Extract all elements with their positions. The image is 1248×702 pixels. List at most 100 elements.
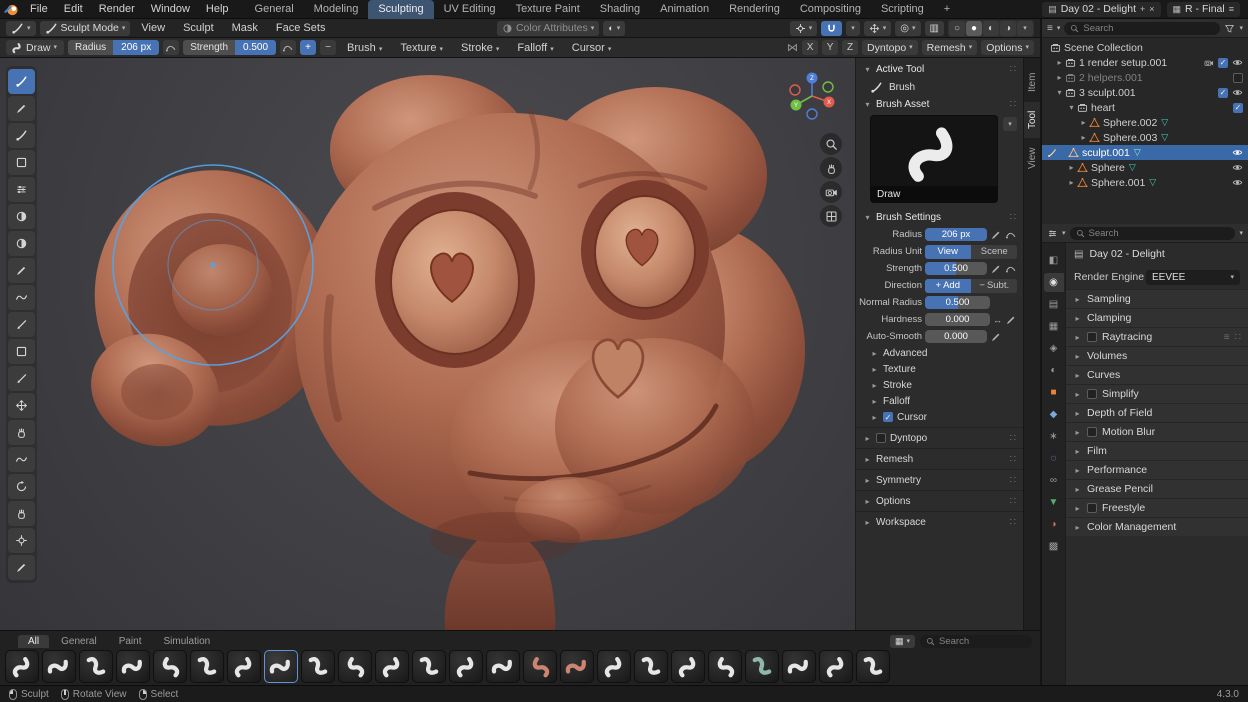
section-sampling[interactable]: ▸Sampling [1066, 289, 1248, 308]
workspace-tab-texture-paint[interactable]: Texture Paint [506, 0, 590, 19]
tab-particles[interactable]: ∗ [1044, 427, 1064, 446]
collection-checkbox[interactable]: ✓ [1218, 88, 1228, 98]
menu-falloff[interactable]: Falloff ▾ [510, 42, 560, 54]
workspace-tab-compositing[interactable]: Compositing [790, 0, 871, 19]
cursor-checkbox[interactable]: ✓ [883, 412, 893, 422]
unlink-scene-button[interactable]: × [1149, 4, 1154, 14]
tab-tool[interactable]: ◧ [1044, 251, 1064, 270]
simplify-checkbox[interactable] [1087, 389, 1097, 399]
remesh-dropdown[interactable]: Remesh▾ [922, 40, 978, 55]
menu-cursor[interactable]: Cursor ▾ [565, 42, 619, 54]
tab-view-layer[interactable]: ▦ [1044, 317, 1064, 336]
scene-selector[interactable]: ▤ Day 02 - Delight + × [1042, 2, 1160, 17]
brush-thumbnail[interactable] [227, 650, 261, 683]
mirror-z-button[interactable]: Z [842, 40, 858, 55]
color-attributes-dropdown[interactable]: Color Attributes▾ [497, 21, 599, 36]
dyntopo-dropdown[interactable]: Dyntopo▾ [862, 40, 918, 55]
edit-icon[interactable] [1005, 314, 1017, 326]
brush-thumbnail-active[interactable] [264, 650, 298, 683]
mode-selector[interactable]: Sculpt Mode▾ [40, 21, 131, 36]
shelf-search-input[interactable] [939, 636, 1026, 647]
camera-view-button[interactable] [820, 181, 842, 203]
panel-symmetry[interactable]: ▸Symmetry∷ [856, 472, 1023, 488]
workspace-tab-animation[interactable]: Animation [650, 0, 719, 19]
shelf-display-options[interactable]: ▦▾ [890, 635, 915, 648]
outliner-row-scene-collection[interactable]: Scene Collection [1042, 40, 1248, 55]
brush-asset-dropdown[interactable]: Draw▾ [6, 40, 64, 55]
brush-thumbnail[interactable] [523, 650, 557, 683]
brush-asset-browse-button[interactable]: ▾ [1003, 117, 1017, 131]
brush-thumbnail[interactable] [856, 650, 890, 683]
menu-texture[interactable]: Texture ▾ [393, 42, 450, 54]
brush-thumbnail[interactable] [412, 650, 446, 683]
outliner-row-sculpt-001-selected[interactable]: sculpt.001 ▽ [1042, 145, 1248, 160]
grip-icon[interactable]: ∷ [1010, 433, 1016, 444]
brush-thumbnail[interactable] [708, 650, 742, 683]
shading-material-button[interactable]: ◐ [983, 21, 999, 36]
brush-thumbnail[interactable] [671, 650, 705, 683]
panel-workspace[interactable]: ▸Workspace∷ [856, 514, 1023, 530]
grip-icon[interactable]: ∷ [1010, 475, 1016, 486]
normal-radius-slider[interactable]: 0.500 [925, 296, 990, 309]
brush-thumbnail[interactable] [745, 650, 779, 683]
grip-icon[interactable]: ∷ [1235, 332, 1241, 343]
strength-slider[interactable]: 0.500 [925, 262, 987, 275]
edit-icon[interactable] [990, 331, 1002, 343]
section-motion-blur[interactable]: ▸Motion Blur [1066, 422, 1248, 441]
menu-view[interactable]: View [134, 22, 172, 34]
gizmos-dropdown[interactable]: ▾ [864, 21, 892, 36]
expand-icon[interactable]: ▸ [1055, 73, 1064, 82]
tool-thumb-button[interactable] [8, 501, 35, 526]
tool-fill-button[interactable] [8, 339, 35, 364]
gizmo-z-label[interactable]: Z [810, 76, 814, 82]
tool-pinch-button[interactable] [8, 393, 35, 418]
tab-item[interactable]: Item [1024, 64, 1041, 100]
tool-elastic-deform-button[interactable] [8, 447, 35, 472]
radius-unit-view-button[interactable]: View [925, 245, 971, 259]
brush-thumbnail[interactable] [819, 650, 853, 683]
collapse-icon[interactable]: ▾ [1067, 103, 1076, 112]
tool-flatten-button[interactable] [8, 312, 35, 337]
brush-thumbnail[interactable] [153, 650, 187, 683]
properties-search-input[interactable] [1089, 228, 1230, 239]
tab-render[interactable]: ◉ [1044, 273, 1064, 292]
expand-icon[interactable]: ▸ [1055, 58, 1064, 67]
menu-window[interactable]: Window [143, 0, 198, 19]
section-clamping[interactable]: ▸Clamping [1066, 308, 1248, 327]
grip-icon[interactable]: ∷ [1010, 99, 1016, 110]
properties-search[interactable] [1070, 227, 1236, 240]
tool-smooth-button[interactable] [8, 285, 35, 310]
tab-world[interactable]: ◐ [1044, 361, 1064, 380]
navigation-gizmo[interactable]: Z X Y [784, 68, 840, 124]
mirror-x-button[interactable]: X [802, 40, 818, 55]
brush-thumbnail[interactable] [597, 650, 631, 683]
brush-asset-preview[interactable]: Draw [870, 115, 998, 203]
collection-checkbox[interactable]: ✓ [1218, 58, 1228, 68]
outliner-row-sphere-003[interactable]: ▸ Sphere.003 ▽ [1042, 130, 1248, 145]
tab-object-data[interactable]: ▼ [1044, 493, 1064, 512]
grip-icon[interactable]: ∷ [1010, 496, 1016, 507]
collapse-icon[interactable]: ▾ [1055, 88, 1064, 97]
tab-output[interactable]: ▤ [1044, 295, 1064, 314]
workspace-tab-rendering[interactable]: Rendering [719, 0, 790, 19]
edit-icon[interactable] [990, 229, 1002, 241]
brush-thumbnail[interactable] [116, 650, 150, 683]
menu-stroke[interactable]: Stroke ▾ [454, 42, 506, 54]
motion-blur-checkbox[interactable] [1087, 427, 1097, 437]
blender-logo-icon[interactable] [0, 2, 22, 17]
tool-snake-hook-button[interactable] [8, 474, 35, 499]
dyntopo-checkbox[interactable] [876, 433, 886, 443]
shelf-tab-simulation[interactable]: Simulation [154, 635, 221, 648]
section-depth-of-field[interactable]: ▸Depth of Field [1066, 403, 1248, 422]
subpanel-cursor[interactable]: ▸✓Cursor [856, 409, 1023, 425]
workspace-tab-modeling[interactable]: Modeling [304, 0, 369, 19]
brush-thumbnail[interactable] [782, 650, 816, 683]
dropdown-arrow-icon[interactable]: ▾ [1057, 25, 1061, 32]
tab-tool[interactable]: Tool [1024, 102, 1041, 138]
auto-smooth-slider[interactable]: 0.000 [925, 330, 987, 343]
strength-field[interactable]: Strength0.500 [183, 40, 276, 55]
tool-layer-button[interactable] [8, 177, 35, 202]
tool-draw-sharp-button[interactable] [8, 96, 35, 121]
collection-checkbox[interactable] [1233, 73, 1243, 83]
viewport-3d[interactable]: Z X Y ▾ Active Tool ∷ Brush ▾ Brush Asse… [0, 58, 1040, 630]
